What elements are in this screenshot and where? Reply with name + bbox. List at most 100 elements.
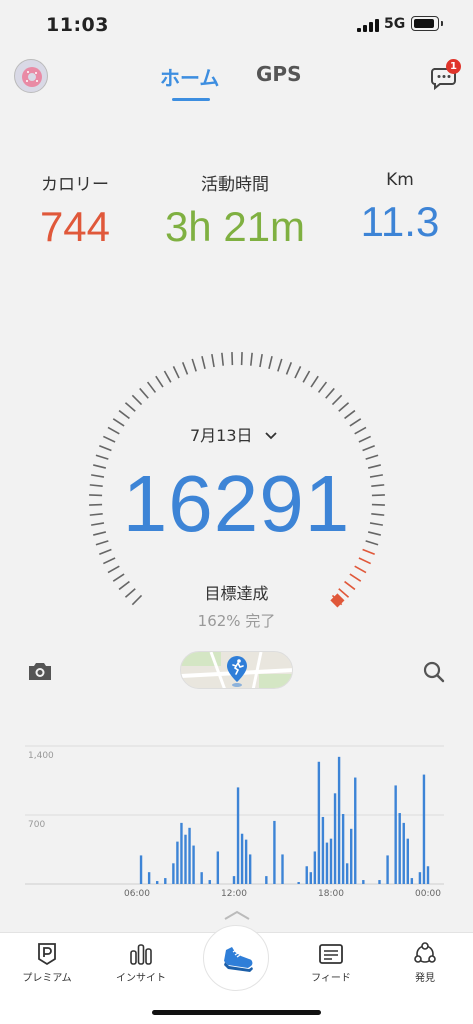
chart-bar <box>184 834 187 884</box>
gauge-tick <box>191 358 197 372</box>
chart-bar <box>139 855 143 884</box>
chart-bar <box>350 828 353 884</box>
donut-icon <box>22 67 42 87</box>
chart-bar <box>345 863 349 884</box>
chart-bar <box>333 793 337 884</box>
chart-bar <box>406 838 409 884</box>
expand-handle[interactable] <box>222 907 252 921</box>
insight-icon <box>130 944 152 965</box>
gauge-tick <box>181 362 189 375</box>
active-time-stat: 活動時間 3h 21m <box>150 170 320 251</box>
gauge-tick <box>103 435 116 443</box>
gauge-tick <box>294 366 302 379</box>
gauge-tick <box>259 354 263 368</box>
chart-bar <box>418 872 422 884</box>
gauge-tick <box>99 548 112 556</box>
chart-bar <box>176 841 179 884</box>
step-count: 16291 <box>122 459 351 548</box>
search-button[interactable] <box>422 660 446 684</box>
gauge-tick <box>146 381 157 393</box>
battery-icon <box>411 16 443 31</box>
chart-bar <box>398 813 401 884</box>
chart-bar <box>240 833 244 884</box>
gauge-tick <box>118 409 130 420</box>
gauge-tick <box>211 354 215 368</box>
chart-bar <box>309 872 312 884</box>
chart-bar <box>354 777 357 884</box>
gauge-tick <box>317 381 328 393</box>
gauge-tick <box>201 356 206 370</box>
nav-label-feed: フィード <box>311 973 351 984</box>
search-icon <box>423 661 445 683</box>
chevron-up-icon <box>224 910 250 920</box>
chart-bar <box>329 838 333 884</box>
gauge-tick <box>344 409 356 420</box>
gauge-tick <box>354 426 367 435</box>
gauge-tick <box>221 352 224 366</box>
goal-percentage: 162% 完了 <box>197 612 276 630</box>
nav-label-premium: プレミアム <box>22 973 72 984</box>
home-indicator <box>152 1010 321 1015</box>
chart-bar <box>236 787 240 884</box>
gauge-tick <box>358 435 371 443</box>
gauge-tick <box>250 352 253 366</box>
chart-bar <box>248 854 252 884</box>
chart-bar <box>422 774 426 884</box>
chart-x-tick-label: 18:00 <box>318 889 344 899</box>
distance-stat: Km 11.3 <box>345 170 455 246</box>
chart-bar <box>394 785 397 884</box>
gauge-tick <box>103 557 116 565</box>
chart-bar <box>164 878 167 884</box>
calorie-value: 744 <box>39 203 111 250</box>
gauge-tick <box>349 418 362 427</box>
avatar[interactable] <box>14 59 48 93</box>
gauge-tick <box>331 394 343 406</box>
map-toggle[interactable] <box>180 651 293 689</box>
distance-value: 11.3 <box>360 198 440 245</box>
shoe-icon <box>224 947 253 972</box>
gauge-tick <box>107 426 120 435</box>
active-time-value: 3h 21m <box>164 203 306 250</box>
date-label: 7月13日 <box>190 426 253 445</box>
chart-bar <box>313 851 317 884</box>
chart-bar <box>273 820 276 884</box>
gauge-tick <box>131 394 143 406</box>
goal-status: 目標達成 <box>204 584 269 603</box>
chart-bar <box>147 872 151 884</box>
header: ホーム GPS 1 <box>0 50 473 102</box>
gauge-tick <box>325 387 335 399</box>
network-type: 5G <box>384 16 406 32</box>
premium-icon <box>38 943 56 966</box>
chart-bar <box>410 878 414 884</box>
gauge-tick <box>338 402 350 412</box>
status-bar: 11:03 5G <box>0 0 473 50</box>
chart-bar <box>172 863 175 884</box>
gauge-tick <box>107 565 120 574</box>
gauge-tick <box>112 418 125 427</box>
camera-button[interactable] <box>27 660 53 682</box>
chart-bar <box>200 872 203 884</box>
gauge-tick <box>163 370 172 383</box>
camera-icon <box>29 663 51 680</box>
chart-bar <box>426 866 430 884</box>
status-time: 11:03 <box>46 14 109 36</box>
chart-x-tick-label: 06:00 <box>124 889 150 899</box>
gauge-tick <box>358 557 371 565</box>
tab-home[interactable]: ホーム <box>160 62 219 91</box>
gauge-tick <box>155 375 164 388</box>
chart-y-tick-label: 700 <box>28 820 45 830</box>
tab-gps[interactable]: GPS <box>256 62 301 86</box>
chart-y-tick-label: 1,400 <box>28 751 54 761</box>
chart-bar <box>402 822 405 884</box>
chart-bar <box>265 876 268 884</box>
chart-bar <box>378 880 381 884</box>
notification-badge: 1 <box>446 59 461 74</box>
nav-item-activity[interactable] <box>203 925 269 991</box>
chart-bar <box>386 855 389 884</box>
nav-label-discover: 発見 <box>415 973 435 984</box>
chart-bar <box>341 814 345 884</box>
nav-label-insight: インサイト <box>116 973 166 984</box>
date-selector[interactable]: 7月13日 <box>190 422 278 446</box>
chart-bar <box>321 816 325 884</box>
chart-bar <box>244 839 248 884</box>
